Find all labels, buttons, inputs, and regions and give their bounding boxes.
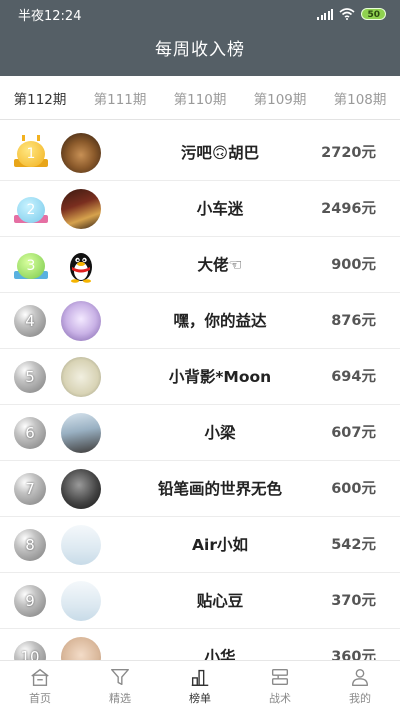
avatar[interactable] [61, 189, 101, 229]
avatar[interactable] [61, 413, 101, 453]
user-name: Air小如 [192, 536, 248, 554]
user-name: 大佬☜ [197, 256, 243, 274]
nav-featured[interactable]: 精选 [80, 661, 160, 710]
rank-number: 3 [17, 253, 45, 279]
ranking-row[interactable]: 9 贴心豆 370元 [0, 573, 400, 629]
status-icons: 50 [317, 8, 386, 20]
avatar[interactable] [61, 245, 101, 285]
ranking-row[interactable]: 3 大佬☜ 900元 [0, 237, 400, 293]
avatar[interactable] [61, 581, 101, 621]
ranking-row[interactable]: 2 小车迷 2496元 [0, 181, 400, 237]
tab-period-109[interactable]: 第109期 [240, 88, 320, 108]
avatar[interactable] [61, 637, 101, 660]
user-name: 贴心豆 [196, 592, 244, 610]
bottom-nav: 首页 精选 榜单 战术 我的 [0, 660, 400, 710]
nav-profile[interactable]: 我的 [320, 661, 400, 710]
ranking-row[interactable]: 7 铅笔画的世界无色 600元 [0, 461, 400, 517]
ranking-row[interactable]: 4 嘿，你的益达 876元 [0, 293, 400, 349]
nav-label: 我的 [349, 692, 371, 705]
bronze-medal-icon: 3 [14, 249, 48, 283]
rank-number: 1 [17, 141, 45, 167]
wifi-icon [339, 8, 355, 20]
tab-period-108[interactable]: 第108期 [320, 88, 400, 108]
ranking-row[interactable]: 10 小华 360元 [0, 629, 400, 660]
income-amount: 600元 [331, 481, 376, 497]
rank-number: 9 [14, 585, 46, 617]
income-amount: 900元 [331, 257, 376, 273]
income-amount: 2720元 [321, 145, 376, 161]
status-time: 半夜12:24 [18, 8, 82, 24]
rank-number: 5 [14, 361, 46, 393]
rank-number: 10 [14, 641, 46, 660]
tab-period-111[interactable]: 第111期 [80, 88, 160, 108]
user-name: 小背影*Moon [168, 368, 272, 386]
income-amount: 542元 [331, 537, 376, 553]
avatar[interactable] [61, 525, 101, 565]
battery-icon: 50 [361, 8, 386, 20]
user-name: 嘿，你的益达 [173, 312, 267, 330]
nav-tactics[interactable]: 战术 [240, 661, 320, 710]
rank-number: 4 [14, 305, 46, 337]
income-amount: 694元 [331, 369, 376, 385]
avatar[interactable] [61, 301, 101, 341]
user-name: 污吧🙃胡巴 [180, 144, 260, 162]
user-name: 小华 [204, 648, 236, 660]
rank-number: 7 [14, 473, 46, 505]
income-amount: 876元 [331, 313, 376, 329]
nav-label: 首页 [29, 692, 51, 705]
income-amount: 370元 [331, 593, 376, 609]
nav-label: 榜单 [189, 692, 211, 705]
status-bar: 半夜12:24 50 [0, 0, 400, 28]
user-name: 铅笔画的世界无色 [157, 480, 282, 498]
ranking-list: 1 污吧🙃胡巴 2720元 2 小车迷 2496元 3 大佬☜ 900元 4 嘿… [0, 125, 400, 660]
layers-icon [271, 668, 289, 686]
nav-label: 战术 [269, 692, 291, 705]
tab-period-112[interactable]: 第112期 [0, 88, 80, 108]
user-name: 小车迷 [196, 200, 244, 218]
chart-icon [191, 669, 209, 686]
nav-home[interactable]: 首页 [0, 661, 80, 710]
gold-medal-icon: 1 [14, 135, 48, 171]
user-icon [351, 668, 369, 686]
ranking-row[interactable]: 5 小背影*Moon 694元 [0, 349, 400, 405]
avatar[interactable] [61, 357, 101, 397]
home-icon [31, 668, 49, 686]
rank-number: 8 [14, 529, 46, 561]
penguin-avatar-icon [70, 253, 92, 283]
period-tabs: 第112期 第111期 第110期 第109期 第108期 [0, 76, 400, 120]
signal-icon [317, 8, 334, 20]
ranking-row[interactable]: 6 小梁 607元 [0, 405, 400, 461]
rank-number: 6 [14, 417, 46, 449]
filter-icon [111, 668, 129, 686]
nav-label: 精选 [109, 692, 131, 705]
nav-ranking[interactable]: 榜单 [160, 661, 240, 710]
avatar[interactable] [61, 469, 101, 509]
user-name: 小梁 [204, 424, 236, 442]
rank-number: 2 [17, 197, 45, 223]
avatar[interactable] [61, 133, 101, 173]
page-title: 每周收入榜 [155, 40, 245, 60]
income-amount: 2496元 [321, 201, 376, 217]
income-amount: 360元 [331, 649, 376, 660]
tab-period-110[interactable]: 第110期 [160, 88, 240, 108]
ranking-row[interactable]: 8 Air小如 542元 [0, 517, 400, 573]
silver-medal-icon: 2 [14, 193, 48, 227]
income-amount: 607元 [331, 425, 376, 441]
app-header: 半夜12:24 50 每周收入榜 [0, 0, 400, 76]
ranking-row[interactable]: 1 污吧🙃胡巴 2720元 [0, 125, 400, 181]
